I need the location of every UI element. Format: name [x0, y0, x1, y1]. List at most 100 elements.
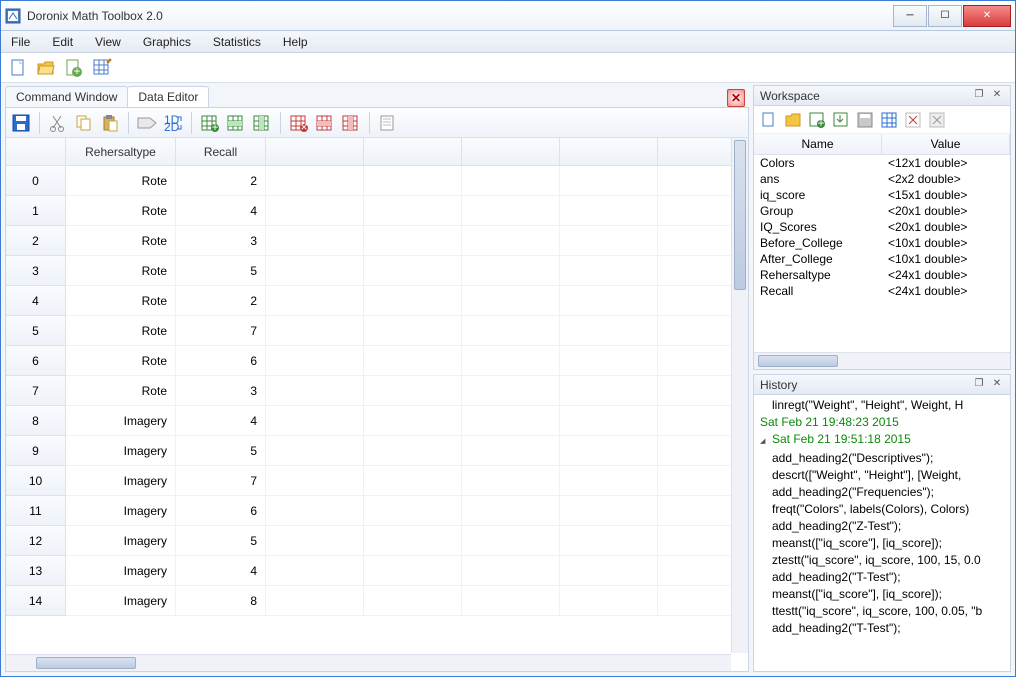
workspace-row[interactable]: Group<20x1 double> — [754, 203, 1010, 219]
insert-col-left-icon[interactable]: + — [199, 112, 221, 134]
grid-cell[interactable] — [560, 436, 658, 466]
grid-cell[interactable]: Rote — [66, 256, 176, 286]
workspace-row[interactable]: iq_score<15x1 double> — [754, 187, 1010, 203]
grid-col-header[interactable] — [462, 138, 560, 166]
grid-col-header[interactable] — [266, 138, 364, 166]
workspace-row[interactable]: Rehersaltype<24x1 double> — [754, 267, 1010, 283]
grid-cell[interactable] — [266, 406, 364, 436]
grid-col-header[interactable]: Rehersaltype — [66, 138, 176, 166]
grid-cell[interactable] — [266, 496, 364, 526]
row-header[interactable]: 9 — [6, 436, 66, 466]
ws-add-icon[interactable]: + — [806, 109, 828, 131]
grid-cell[interactable] — [364, 286, 462, 316]
grid-cell[interactable] — [364, 376, 462, 406]
grid-cell[interactable]: 4 — [176, 196, 266, 226]
tab-command-window[interactable]: Command Window — [5, 86, 128, 107]
ws-horizontal-scrollbar[interactable] — [754, 352, 1010, 369]
grid-cell[interactable] — [364, 166, 462, 196]
workspace-row[interactable]: Before_College<10x1 double> — [754, 235, 1010, 251]
grid-cell[interactable]: 7 — [176, 466, 266, 496]
grid-cell[interactable] — [462, 346, 560, 376]
menu-help[interactable]: Help — [279, 33, 312, 51]
edit-grid-icon[interactable] — [91, 57, 113, 79]
grid-cell[interactable] — [560, 256, 658, 286]
workspace-row[interactable]: Recall<24x1 double> — [754, 283, 1010, 299]
grid-cell[interactable]: 3 — [176, 376, 266, 406]
menu-graphics[interactable]: Graphics — [139, 33, 195, 51]
grid-cell[interactable] — [560, 526, 658, 556]
history-header[interactable]: History ❐ ✕ — [754, 375, 1010, 395]
row-header[interactable]: 4 — [6, 286, 66, 316]
grid-col-header[interactable] — [364, 138, 462, 166]
grid-cell[interactable] — [462, 256, 560, 286]
grid-cell[interactable] — [266, 466, 364, 496]
maximize-button[interactable]: ☐ — [928, 5, 962, 27]
grid-cell[interactable] — [560, 376, 658, 406]
new-script-icon[interactable]: + — [63, 57, 85, 79]
grid-corner[interactable] — [6, 138, 66, 166]
grid-cell[interactable] — [462, 496, 560, 526]
grid-cell[interactable] — [266, 226, 364, 256]
grid-cell[interactable] — [266, 556, 364, 586]
save-icon[interactable] — [10, 112, 32, 134]
horizontal-scrollbar[interactable] — [6, 654, 731, 671]
workspace-header[interactable]: Workspace ❐ ✕ — [754, 86, 1010, 106]
history-command[interactable]: descrt(["Weight", "Height"], [Weight, — [772, 467, 1010, 484]
dock-restore-icon[interactable]: ❐ — [972, 89, 986, 103]
dock-close-icon[interactable]: ✕ — [990, 378, 1004, 392]
grid-cell[interactable]: 8 — [176, 586, 266, 616]
titlebar[interactable]: Doronix Math Toolbox 2.0 ─ ☐ ✕ — [1, 1, 1015, 31]
history-command[interactable]: ttestt("iq_score", iq_score, 100, 0.05, … — [772, 603, 1010, 620]
grid-cell[interactable]: 6 — [176, 496, 266, 526]
row-header[interactable]: 13 — [6, 556, 66, 586]
history-command[interactable]: linregt("Weight", "Height", Weight, H — [772, 397, 1010, 414]
minimize-button[interactable]: ─ — [893, 5, 927, 27]
grid-cell[interactable]: 5 — [176, 436, 266, 466]
grid-cell[interactable] — [266, 586, 364, 616]
grid-cell[interactable] — [364, 466, 462, 496]
grid-cell[interactable]: 6 — [176, 346, 266, 376]
menu-statistics[interactable]: Statistics — [209, 33, 265, 51]
menu-view[interactable]: View — [91, 33, 125, 51]
new-file-icon[interactable] — [7, 57, 29, 79]
grid-cell[interactable] — [266, 316, 364, 346]
grid-cell[interactable] — [462, 316, 560, 346]
grid-cell[interactable] — [462, 436, 560, 466]
cut-icon[interactable] — [47, 112, 69, 134]
grid-cell[interactable] — [266, 526, 364, 556]
grid-cell[interactable] — [364, 346, 462, 376]
grid-cell[interactable] — [462, 586, 560, 616]
menu-edit[interactable]: Edit — [48, 33, 77, 51]
grid-cell[interactable]: Rote — [66, 166, 176, 196]
grid-cell[interactable] — [560, 406, 658, 436]
ws-save-icon[interactable] — [854, 109, 876, 131]
ws-open-icon[interactable] — [782, 109, 804, 131]
history-command[interactable]: add_heading2("T-Test"); — [772, 620, 1010, 637]
grid-cell[interactable] — [364, 496, 462, 526]
close-button[interactable]: ✕ — [963, 5, 1011, 27]
delete-col-icon[interactable] — [340, 112, 362, 134]
grid-cell[interactable]: Rote — [66, 196, 176, 226]
grid-cell[interactable] — [364, 436, 462, 466]
grid-cell[interactable] — [560, 286, 658, 316]
tag-icon[interactable] — [136, 112, 158, 134]
tab-data-editor[interactable]: Data Editor — [127, 86, 209, 107]
grid-cell[interactable] — [560, 196, 658, 226]
grid-cell[interactable] — [364, 196, 462, 226]
grid-cell[interactable] — [462, 526, 560, 556]
row-header[interactable]: 0 — [6, 166, 66, 196]
grid-cell[interactable]: Imagery — [66, 496, 176, 526]
grid-cell[interactable] — [560, 226, 658, 256]
grid-cell[interactable] — [364, 526, 462, 556]
row-header[interactable]: 3 — [6, 256, 66, 286]
row-header[interactable]: 5 — [6, 316, 66, 346]
grid-cell[interactable]: Imagery — [66, 406, 176, 436]
insert-row-icon[interactable] — [225, 112, 247, 134]
grid-cell[interactable]: Imagery — [66, 436, 176, 466]
grid-cell[interactable] — [462, 466, 560, 496]
grid-cell[interactable] — [364, 586, 462, 616]
dock-restore-icon[interactable]: ❐ — [972, 378, 986, 392]
history-command[interactable]: meanst(["iq_score"], [iq_score]); — [772, 535, 1010, 552]
grid-cell[interactable] — [560, 496, 658, 526]
grid-col-header[interactable]: Recall — [176, 138, 266, 166]
